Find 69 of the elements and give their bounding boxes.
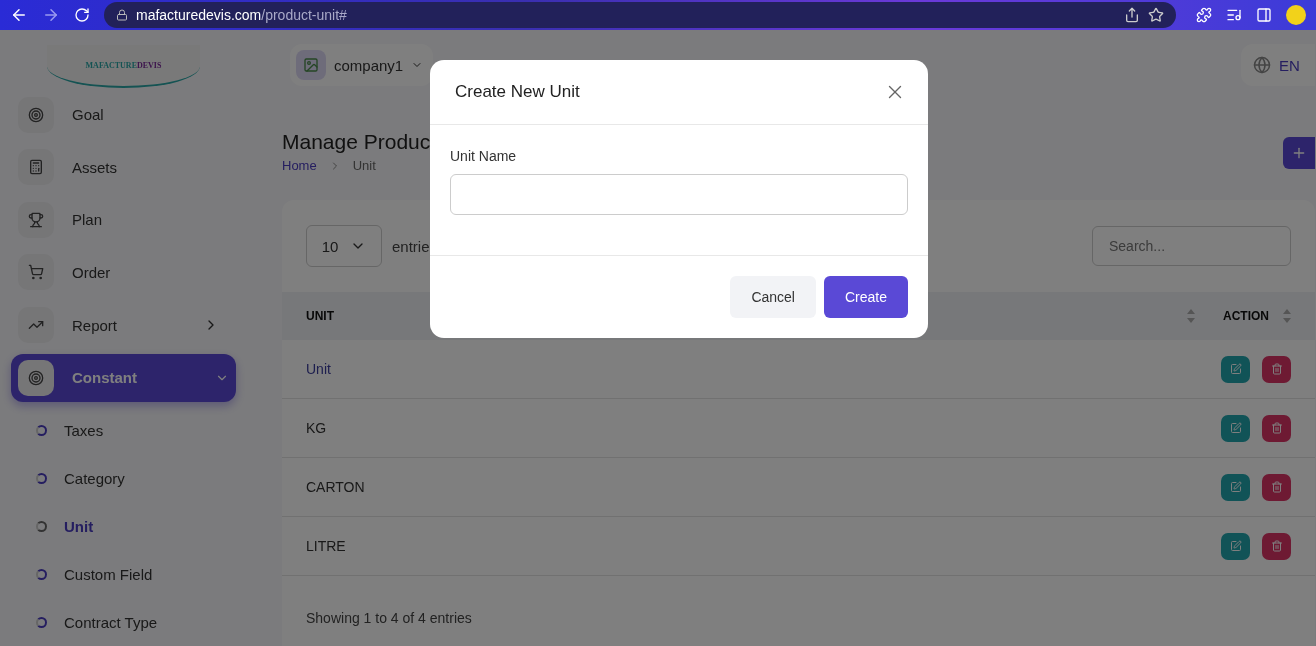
- profile-avatar[interactable]: [1286, 5, 1306, 25]
- sidebar-item[interactable]: Plan: [11, 195, 236, 244]
- globe-icon: [1253, 56, 1271, 74]
- trash-icon: [1270, 422, 1283, 434]
- calculator-icon: [28, 159, 44, 176]
- submenu-item[interactable]: Contract Type: [0, 598, 265, 646]
- media-icon[interactable]: [1226, 7, 1242, 23]
- table-cell-text: CARTON: [306, 479, 366, 495]
- delete-button[interactable]: [1262, 355, 1291, 383]
- plus-icon: [1291, 145, 1307, 161]
- target-icon: [28, 106, 44, 123]
- lock-icon: [116, 9, 128, 21]
- modal-title: Create New Unit: [455, 82, 580, 102]
- trash-icon: [1270, 540, 1283, 552]
- edit-button[interactable]: [1221, 532, 1250, 560]
- extensions-icon[interactable]: [1196, 7, 1212, 23]
- edit-icon: [1229, 422, 1242, 434]
- table-footer: Showing 1 to 4 of 4 entries: [282, 576, 1315, 626]
- side-panel-icon[interactable]: [1256, 7, 1272, 23]
- back-icon[interactable]: [10, 6, 28, 24]
- edit-icon: [1229, 363, 1242, 375]
- create-button[interactable]: Create: [823, 276, 908, 318]
- breadcrumb-link[interactable]: Home: [282, 158, 317, 173]
- delete-button[interactable]: [1262, 414, 1291, 442]
- address-bar[interactable]: mafacturedevis.com/product-unit#: [104, 2, 1176, 28]
- submenu-item[interactable]: Category: [0, 454, 265, 502]
- sidebar-item[interactable]: Order: [11, 248, 236, 297]
- url-path: /product-unit#: [261, 7, 347, 23]
- sidebar-item[interactable]: Report: [11, 301, 236, 350]
- cart-icon: [28, 264, 44, 281]
- share-icon[interactable]: [1124, 7, 1140, 23]
- delete-button[interactable]: [1262, 532, 1291, 560]
- logo: MAFACTUREDEVIS: [47, 45, 200, 89]
- entries-label: entrie: [392, 237, 430, 255]
- trash-icon: [1270, 481, 1283, 493]
- image-icon: [303, 57, 319, 73]
- search-field[interactable]: Search...: [1092, 226, 1291, 266]
- table-cell-text: KG: [306, 420, 328, 436]
- submenu-item[interactable]: Unit: [0, 502, 265, 550]
- page-title: Manage Produc: [282, 130, 431, 154]
- breadcrumb-current: Unit: [352, 158, 376, 173]
- edit-icon: [1229, 540, 1242, 552]
- delete-button[interactable]: [1262, 473, 1291, 501]
- sidebar-item[interactable]: Assets: [11, 143, 236, 192]
- edit-button[interactable]: [1221, 473, 1250, 501]
- sort-icon[interactable]: [1187, 308, 1195, 324]
- trash-icon: [1270, 363, 1283, 375]
- company-selector[interactable]: company1: [290, 44, 434, 86]
- table-cell-text: LITRE: [306, 538, 347, 554]
- submenu-item[interactable]: Custom Field: [0, 550, 265, 598]
- add-button[interactable]: [1283, 137, 1315, 169]
- field-label: Unit Name: [450, 148, 518, 164]
- table-cell-text: Unit: [306, 361, 332, 377]
- submenu-item[interactable]: Taxes: [0, 406, 265, 454]
- url-host: mafacturedevis.com: [136, 7, 262, 23]
- edit-icon: [1229, 481, 1242, 493]
- reload-icon[interactable]: [74, 7, 90, 23]
- trophy-icon: [28, 211, 44, 228]
- forward-icon[interactable]: [42, 6, 60, 24]
- page-size-select[interactable]: 10: [306, 225, 382, 267]
- edit-button[interactable]: [1221, 355, 1250, 383]
- sidebar-item[interactable]: Goal: [11, 90, 236, 139]
- sort-icon[interactable]: [1283, 308, 1291, 324]
- cancel-button[interactable]: Cancel: [730, 276, 816, 318]
- star-icon[interactable]: [1148, 7, 1164, 23]
- language-selector[interactable]: EN: [1241, 44, 1315, 86]
- sidebar-item[interactable]: Constant: [11, 353, 236, 402]
- unit-name-field[interactable]: [450, 174, 908, 215]
- edit-button[interactable]: [1221, 414, 1250, 442]
